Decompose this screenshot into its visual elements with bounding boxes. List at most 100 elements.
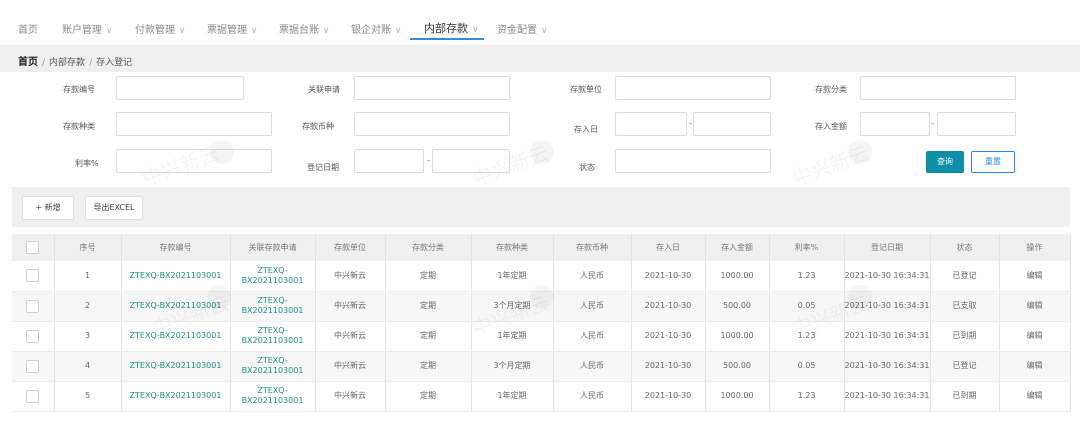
nav-item-account[interactable]: 账户管理 ∨ [62, 21, 113, 36]
apply-code-line2: BX2021103001 [241, 396, 304, 405]
nav-item-internal-deposit[interactable]: 内部存款 ∨ [424, 20, 479, 36]
deposit-no-label: 存款编号 [63, 85, 95, 94]
cell-rate: 1.23 [769, 381, 845, 412]
register-date-end-input[interactable] [432, 149, 510, 173]
cell-unit: 中兴新云 [315, 351, 386, 382]
column-header: 关联存款申请 [230, 234, 316, 261]
cell-unit: 中兴新云 [315, 261, 386, 292]
select-all-checkbox[interactable] [26, 241, 40, 254]
nav-item-reconcile[interactable]: 银企对账 ∨ [351, 21, 402, 36]
column-header: 存入日 [631, 234, 706, 261]
cell-register-date: 2021-10-30 16:34:31 [844, 291, 931, 322]
chevron-down-icon: ∨ [323, 26, 330, 36]
deposit-date-start-input[interactable] [615, 112, 687, 136]
rate-input[interactable] [116, 149, 272, 173]
cell-rate: 1.23 [769, 321, 845, 352]
cell-register-date: 2021-10-30 16:34:31 [844, 351, 931, 382]
cell-related-apply[interactable]: ZTEXQ- BX2021103001 [230, 351, 316, 382]
cell-currency: 人民币 [553, 351, 632, 382]
currency-input[interactable] [354, 112, 510, 136]
deposit-amount-min-input[interactable] [860, 112, 930, 136]
nav-item-payment[interactable]: 付款管理 ∨ [135, 21, 186, 36]
cell-related-apply[interactable]: ZTEXQ- BX2021103001 [230, 381, 316, 412]
edit-link[interactable]: 编辑 [999, 261, 1071, 292]
cell-category: 定期 [385, 261, 472, 292]
query-button[interactable]: 查询 [926, 151, 964, 173]
edit-link[interactable]: 编辑 [999, 321, 1071, 352]
date-range-separator: - [689, 119, 693, 129]
cell-related-apply[interactable]: ZTEXQ- BX2021103001 [230, 291, 316, 322]
cell-related-apply[interactable]: ZTEXQ- BX2021103001 [230, 261, 316, 292]
row-checkbox[interactable] [26, 329, 40, 343]
cell-deposit-code[interactable]: ZTEXQ-BX2021103001 [121, 351, 231, 382]
reset-button[interactable]: 重置 [971, 151, 1015, 173]
apply-code-line2: BX2021103001 [241, 366, 304, 375]
chevron-down-icon: ∨ [472, 25, 479, 35]
nav-item-fund-config[interactable]: 资金配置 ∨ [497, 21, 548, 36]
status-label: 状态 [579, 163, 595, 172]
cell-deposit-code[interactable]: ZTEXQ-BX2021103001 [121, 321, 231, 352]
deposit-unit-label: 存款单位 [570, 85, 602, 94]
apply-code-line2: BX2021103001 [241, 336, 304, 345]
cell-amount: 1000.00 [705, 261, 770, 292]
cell-deposit-code[interactable]: ZTEXQ-BX2021103001 [121, 261, 231, 292]
breadcrumb-level1[interactable]: 内部存款 [49, 58, 85, 68]
status-select[interactable] [615, 149, 771, 173]
cell-deposit-code[interactable]: ZTEXQ-BX2021103001 [121, 381, 231, 412]
chevron-down-icon: ∨ [179, 26, 186, 36]
nav-item-label: 票据管理 [207, 25, 247, 36]
deposit-no-input[interactable] [116, 76, 244, 100]
table-row[interactable]: 5 ZTEXQ-BX2021103001 ZTEXQ- BX2021103001 … [12, 381, 1071, 412]
deposit-date-end-input[interactable] [693, 112, 771, 136]
cell-currency: 人民币 [553, 321, 632, 352]
cell-no: 1 [54, 261, 122, 292]
cell-amount: 500.00 [705, 351, 770, 382]
table-row[interactable]: 4 ZTEXQ-BX2021103001 ZTEXQ- BX2021103001 … [12, 351, 1071, 382]
edit-link[interactable]: 编辑 [999, 381, 1071, 412]
cell-deposit-code[interactable]: ZTEXQ-BX2021103001 [121, 291, 231, 322]
export-excel-button[interactable]: 导出EXCEL [85, 196, 143, 220]
apply-code-line1: ZTEXQ- [257, 386, 288, 395]
cell-register-date: 2021-10-30 16:34:31 [844, 381, 931, 412]
table-row[interactable]: 2 ZTEXQ-BX2021103001 ZTEXQ- BX2021103001 … [12, 291, 1071, 322]
deposit-category-input[interactable] [860, 76, 1016, 100]
register-range-separator: - [427, 156, 431, 166]
add-button[interactable]: + 新增 [22, 196, 74, 220]
cell-category: 定期 [385, 291, 472, 322]
edit-link[interactable]: 编辑 [999, 351, 1071, 382]
cell-no: 2 [54, 291, 122, 322]
deposit-type-input[interactable] [116, 112, 272, 136]
row-checkbox[interactable] [26, 359, 40, 373]
cell-date: 2021-10-30 [631, 321, 706, 352]
row-select-cell [12, 261, 55, 292]
cell-register-date: 2021-10-30 16:34:31 [844, 261, 931, 292]
column-header: 登记日期 [844, 234, 931, 261]
column-header: 操作 [999, 234, 1071, 261]
cell-date: 2021-10-30 [631, 291, 706, 322]
row-checkbox[interactable] [26, 299, 40, 313]
cell-kind: 1年定期 [471, 321, 554, 352]
table-row[interactable]: 3 ZTEXQ-BX2021103001 ZTEXQ- BX2021103001 … [12, 321, 1071, 352]
row-checkbox[interactable] [26, 269, 40, 283]
column-header: 存入金额 [705, 234, 770, 261]
cell-unit: 中兴新云 [315, 381, 386, 412]
nav-item-home[interactable]: 首页 [18, 21, 38, 36]
cell-category: 定期 [385, 381, 472, 412]
cell-status: 已到期 [930, 381, 1000, 412]
apply-code-line1: ZTEXQ- [257, 265, 288, 275]
cell-related-apply[interactable]: ZTEXQ- BX2021103001 [230, 321, 316, 352]
nav-item-bill-ledger[interactable]: 票据台账 ∨ [279, 21, 330, 36]
deposit-amount-max-input[interactable] [937, 112, 1016, 136]
cell-status: 已到期 [930, 321, 1000, 352]
deposit-unit-input[interactable] [615, 76, 771, 100]
active-tab-indicator [410, 38, 484, 40]
row-checkbox[interactable] [26, 389, 40, 403]
register-date-start-input[interactable] [354, 149, 424, 173]
related-apply-input[interactable] [354, 76, 510, 100]
breadcrumb-home[interactable]: 首页 [18, 57, 38, 68]
table-row[interactable]: 1 ZTEXQ-BX2021103001 ZTEXQ- BX2021103001 … [12, 261, 1071, 292]
related-apply-label: 关联申请 [308, 85, 340, 94]
nav-item-bill[interactable]: 票据管理 ∨ [207, 21, 258, 36]
edit-link[interactable]: 编辑 [999, 291, 1071, 322]
column-header: 存款分类 [385, 234, 472, 261]
